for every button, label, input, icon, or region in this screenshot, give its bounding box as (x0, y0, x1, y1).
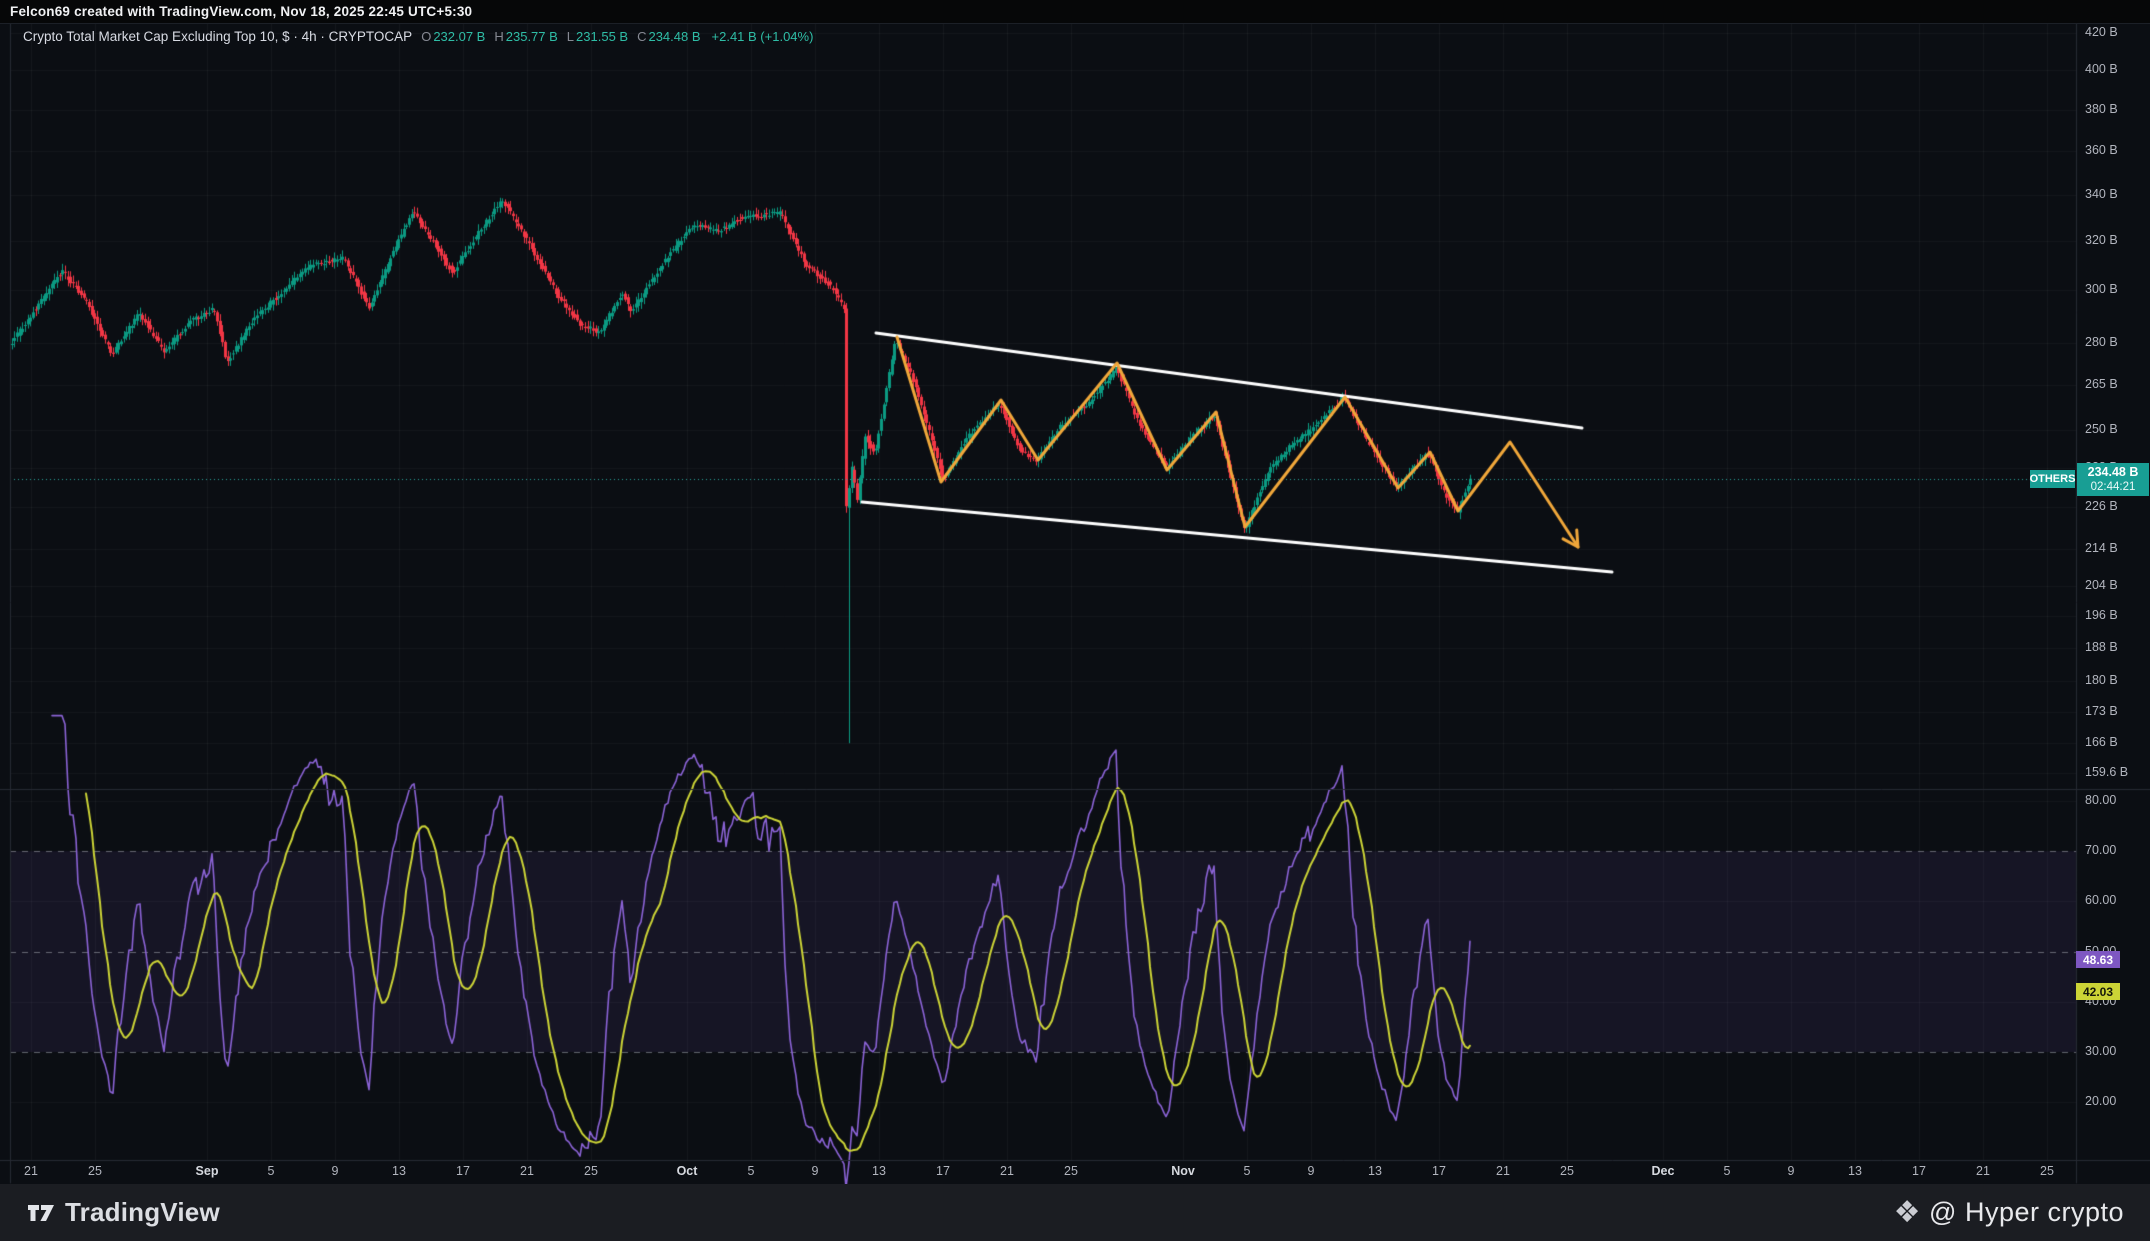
rsi-axis-label: 30.00 (2085, 1044, 2116, 1058)
time-axis-label: 13 (392, 1164, 406, 1178)
low-label: L (567, 29, 574, 44)
time-axis-label: Sep (196, 1164, 219, 1178)
symbol-title: Crypto Total Market Cap Excluding Top 10… (23, 29, 412, 44)
ohlc-open: O232.07 B (421, 29, 485, 44)
time-axis-label: 25 (88, 1164, 102, 1178)
current-price-value: 234.48 B (2088, 465, 2139, 480)
rsi-axis-label: 60.00 (2085, 893, 2116, 907)
tradingview-wordmark: TradingView (65, 1197, 220, 1228)
others-tag-text: OTHERS (2030, 473, 2076, 485)
price-axis-label: 280 B (2085, 335, 2118, 349)
price-axis-label: 214 B (2085, 541, 2118, 555)
symbol-legend[interactable]: Crypto Total Market Cap Excluding Top 10… (23, 29, 813, 44)
time-axis-label: 13 (1368, 1164, 1382, 1178)
price-axis-label: 400 B (2085, 62, 2118, 76)
time-axis-label: 5 (748, 1164, 755, 1178)
time-axis-label: Oct (677, 1164, 698, 1178)
price-axis-label: 173 B (2085, 704, 2118, 718)
price-axis-label: 204 B (2085, 578, 2118, 592)
time-axis-label: 5 (1724, 1164, 1731, 1178)
time-axis-label: 5 (268, 1164, 275, 1178)
time-axis-label: 21 (1976, 1164, 1990, 1178)
time-axis-label: 9 (332, 1164, 339, 1178)
price-axis-label: 226 B (2085, 499, 2118, 513)
time-axis-label: 9 (812, 1164, 819, 1178)
open-label: O (421, 29, 431, 44)
close-label: C (637, 29, 646, 44)
low-value: 231.55 B (576, 29, 628, 44)
time-axis-label: 17 (1912, 1164, 1926, 1178)
price-axis-label: 166 B (2085, 735, 2118, 749)
time-axis-label: 25 (584, 1164, 598, 1178)
price-axis-label: 250 B (2085, 422, 2118, 436)
open-value: 232.07 B (433, 29, 485, 44)
high-value: 235.77 B (506, 29, 558, 44)
attribution-bar: Felcon69 created with TradingView.com, N… (0, 0, 2150, 24)
price-axis-label: 159.6 B (2085, 765, 2128, 779)
rsi-axis-label: 70.00 (2085, 843, 2116, 857)
time-axis-label: 17 (1432, 1164, 1446, 1178)
binance-diamond-icon: ❖ (1894, 1198, 1921, 1228)
symbol-tag-others: OTHERS (2030, 470, 2075, 488)
bar-countdown: 02:44:21 (2091, 480, 2136, 495)
time-axis-label: 21 (1000, 1164, 1014, 1178)
time-axis-label: 17 (936, 1164, 950, 1178)
footer-bar: TradingView ❖ @ Hyper crypto (0, 1184, 2150, 1241)
time-axis-label: 5 (1244, 1164, 1251, 1178)
rsi-value-text: 48.63 (2083, 953, 2113, 967)
price-axis-label: 380 B (2085, 102, 2118, 116)
attribution-text: Felcon69 created with TradingView.com, N… (10, 4, 472, 19)
time-axis-label: 25 (1064, 1164, 1078, 1178)
price-chart-canvas[interactable] (0, 0, 2150, 1241)
price-axis-label: 340 B (2085, 187, 2118, 201)
rsi-ma-value-text: 42.03 (2083, 985, 2113, 999)
watermark-text: @ Hyper crypto (1929, 1197, 2124, 1228)
time-axis-label: 13 (872, 1164, 886, 1178)
rsi-axis-label: 80.00 (2085, 793, 2116, 807)
price-axis-label: 196 B (2085, 608, 2118, 622)
time-axis-label: 9 (1788, 1164, 1795, 1178)
time-axis-label: 25 (1560, 1164, 1574, 1178)
time-axis-label: 21 (1496, 1164, 1510, 1178)
time-axis-label: 17 (456, 1164, 470, 1178)
time-axis-label: 25 (2040, 1164, 2054, 1178)
rsi-ma-value-label: 42.03 (2076, 983, 2120, 1000)
time-axis-label: 21 (24, 1164, 38, 1178)
price-axis-label: 265 B (2085, 377, 2118, 391)
price-axis-label: 360 B (2085, 143, 2118, 157)
tradingview-brand[interactable]: TradingView (26, 1197, 220, 1228)
price-axis-label: 180 B (2085, 673, 2118, 687)
ohlc-high: H235.77 B (494, 29, 557, 44)
current-price-label: 234.48 B 02:44:21 (2077, 463, 2149, 496)
time-axis-label: Dec (1652, 1164, 1675, 1178)
price-axis-label: 420 B (2085, 25, 2118, 39)
time-axis-label: Nov (1171, 1164, 1195, 1178)
tradingview-snapshot: Felcon69 created with TradingView.com, N… (0, 0, 2150, 1241)
time-axis-label: 13 (1848, 1164, 1862, 1178)
author-watermark: ❖ @ Hyper crypto (1894, 1197, 2124, 1228)
ohlc-low: L231.55 B (567, 29, 628, 44)
price-axis-label: 300 B (2085, 282, 2118, 296)
change-value: +2.41 B (+1.04%) (712, 29, 814, 44)
high-label: H (494, 29, 503, 44)
rsi-value-label: 48.63 (2076, 951, 2120, 968)
price-axis-label: 188 B (2085, 640, 2118, 654)
time-axis-label: 21 (520, 1164, 534, 1178)
ohlc-close: C234.48 B (637, 29, 700, 44)
rsi-axis-label: 20.00 (2085, 1094, 2116, 1108)
time-axis-label: 9 (1308, 1164, 1315, 1178)
tradingview-logo-icon (26, 1198, 56, 1228)
close-value: 234.48 B (648, 29, 700, 44)
price-axis-label: 320 B (2085, 233, 2118, 247)
